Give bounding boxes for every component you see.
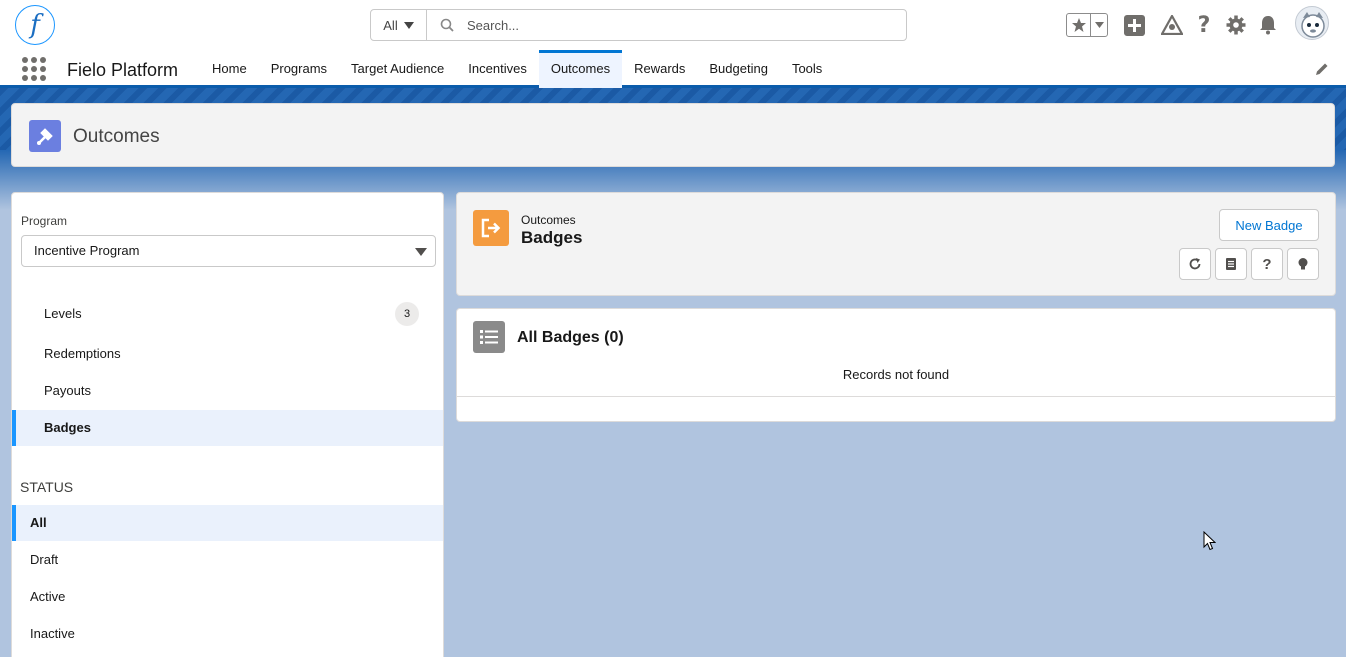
app-name: Fielo Platform — [67, 60, 179, 80]
app-nav-bar: Fielo Platform Home Programs Target Audi… — [0, 50, 1346, 88]
tab-target-audience[interactable]: Target Audience — [339, 50, 456, 88]
status-section-title: STATUS — [20, 479, 74, 495]
status-item-label: Draft — [30, 552, 59, 567]
tab-incentives[interactable]: Incentives — [456, 50, 539, 88]
notifications-bell-icon[interactable] — [1257, 14, 1279, 36]
fielo-logo[interactable]: f — [15, 5, 55, 45]
refresh-icon[interactable] — [1179, 248, 1211, 280]
object-header-card: Outcomes Badges New Badge ? — [456, 192, 1336, 296]
favorites-caret-icon[interactable] — [1091, 14, 1107, 36]
outcomes-page-icon — [29, 120, 61, 152]
search-scope-label: All — [383, 17, 398, 33]
chevron-down-icon — [415, 248, 427, 256]
favorites-star-icon[interactable] — [1067, 14, 1091, 36]
global-search: All — [370, 9, 907, 41]
menu-item-redemptions[interactable]: Redemptions — [12, 336, 443, 372]
help-icon[interactable]: ? — [1251, 248, 1283, 280]
menu-item-badges[interactable]: Badges — [12, 410, 443, 446]
favorites-button-group — [1066, 13, 1108, 37]
search-scope-dropdown[interactable]: All — [371, 10, 427, 40]
tab-home[interactable]: Home — [200, 50, 259, 88]
program-select[interactable]: Incentive Program — [21, 235, 436, 267]
setup-gear-icon[interactable] — [1225, 14, 1247, 36]
outcome-exit-icon — [473, 210, 509, 246]
user-avatar[interactable] — [1295, 6, 1329, 40]
tab-outcomes[interactable]: Outcomes — [538, 50, 623, 88]
help-icon[interactable]: ? — [1193, 13, 1215, 38]
global-header: f All ? — [0, 0, 1346, 50]
badges-list-card: All Badges (0) Records not found — [456, 308, 1336, 422]
app-launcher-icon[interactable] — [22, 57, 46, 81]
left-filter-panel: Program Incentive Program Levels 3 Redem… — [11, 192, 444, 657]
program-select-value: Incentive Program — [34, 243, 140, 258]
list-divider — [457, 396, 1335, 397]
menu-item-label: Levels — [44, 306, 82, 321]
status-item-draft[interactable]: Draft — [12, 542, 443, 578]
status-item-label: Inactive — [30, 626, 75, 641]
tip-lightbulb-icon[interactable] — [1287, 248, 1319, 280]
add-icon[interactable] — [1123, 14, 1145, 36]
object-title: Badges — [521, 228, 583, 247]
page-header: Outcomes — [11, 103, 1335, 167]
status-item-label: Active — [30, 589, 66, 604]
trailhead-icon[interactable] — [1161, 14, 1183, 36]
menu-item-levels[interactable]: Levels 3 — [12, 296, 443, 332]
menu-item-label: Payouts — [44, 383, 91, 398]
tab-budgeting[interactable]: Budgeting — [697, 50, 780, 88]
empty-state-message: Records not found — [842, 367, 950, 382]
tab-rewards[interactable]: Rewards — [622, 50, 697, 88]
status-item-active[interactable]: Active — [12, 579, 443, 615]
program-field-label: Program — [21, 214, 68, 228]
object-eyebrow: Outcomes — [521, 213, 576, 227]
status-item-inactive[interactable]: Inactive — [12, 616, 443, 652]
search-input[interactable] — [467, 17, 906, 33]
new-badge-button[interactable]: New Badge — [1219, 209, 1319, 241]
list-title: All Badges (0) — [517, 329, 624, 346]
tab-programs[interactable]: Programs — [259, 50, 339, 88]
tab-tools[interactable]: Tools — [780, 50, 834, 88]
menu-item-label: Redemptions — [44, 346, 121, 361]
notes-icon[interactable] — [1215, 248, 1247, 280]
menu-item-payouts[interactable]: Payouts — [12, 373, 443, 409]
page-title: Outcomes — [73, 126, 160, 147]
edit-nav-pencil-icon[interactable] — [1315, 62, 1329, 79]
mouse-cursor-icon — [1203, 530, 1217, 554]
status-item-all[interactable]: All — [12, 505, 443, 541]
list-icon — [473, 321, 505, 353]
logo-letter: f — [30, 10, 40, 40]
menu-item-label: Badges — [44, 420, 91, 435]
status-item-label: All — [30, 515, 47, 530]
search-icon — [427, 18, 467, 32]
chevron-down-icon — [403, 21, 414, 29]
levels-count-badge: 3 — [395, 302, 419, 326]
nav-tabs: Home Programs Target Audience Incentives… — [200, 50, 834, 88]
